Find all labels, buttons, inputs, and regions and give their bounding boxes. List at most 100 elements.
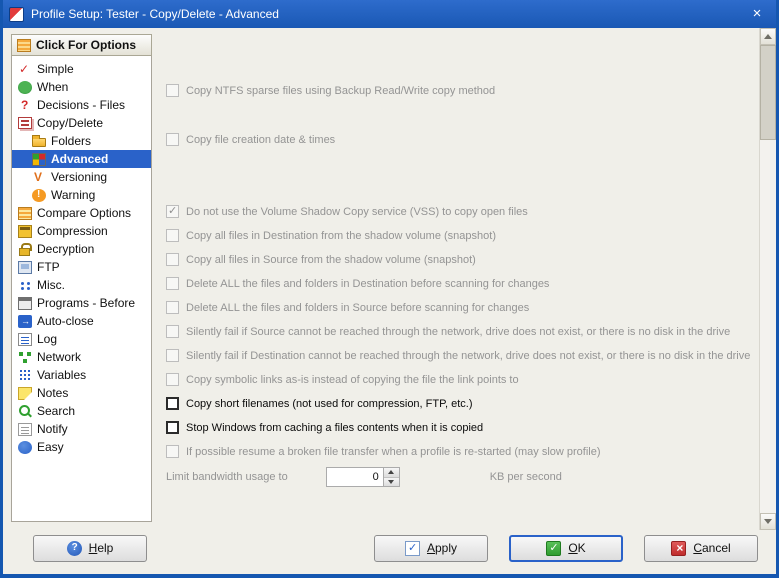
sidebar-item-programs-before[interactable]: Programs - Before <box>12 294 151 312</box>
help-button[interactable]: Help <box>33 534 147 562</box>
bandwidth-row: Limit bandwidth usage to KB per second <box>166 467 752 487</box>
sidebar-item-warning[interactable]: Warning <box>12 186 151 204</box>
checkbox-label: Silently fail if Source cannot be reache… <box>186 325 731 338</box>
checkbox[interactable] <box>166 229 179 242</box>
sidebar-item-label: When <box>37 80 69 94</box>
checkbox-label: Copy symbolic links as-is instead of cop… <box>186 373 519 386</box>
help-icon <box>66 540 82 556</box>
close-icon[interactable]: × <box>744 1 770 27</box>
sidebar-item-label: Copy/Delete <box>37 116 104 130</box>
checkbox-label: Copy all files in Source from the shadow… <box>186 253 476 266</box>
sidebar-item-notes[interactable]: Notes <box>12 384 151 402</box>
checkbox[interactable] <box>166 397 179 410</box>
advanced-settings-panel: Copy NTFS sparse files using Backup Read… <box>152 34 756 522</box>
network-icon <box>18 351 32 364</box>
sidebar-item-decisions-files[interactable]: Decisions - Files <box>12 96 151 114</box>
misc-icon <box>18 279 32 292</box>
checkbox-row[interactable]: Silently fail if Source cannot be reache… <box>166 323 752 340</box>
sidebar-item-simple[interactable]: Simple <box>12 60 151 78</box>
checkbox[interactable] <box>166 349 179 362</box>
checkbox-row[interactable]: Copy short filenames (not used for compr… <box>166 395 752 412</box>
spinner-down-icon[interactable] <box>383 477 399 486</box>
spinner-up-icon[interactable] <box>383 468 399 478</box>
apply-label: Apply <box>426 541 458 555</box>
sidebar-item-label: Decryption <box>37 242 95 256</box>
ok-button[interactable]: OK <box>509 534 623 562</box>
sidebar-item-label: Simple <box>37 62 74 76</box>
sidebar-item-label: Notes <box>37 386 69 400</box>
cancel-button[interactable]: Cancel <box>644 534 758 562</box>
sidebar-item-compression[interactable]: Compression <box>12 222 151 240</box>
checkbox-row[interactable]: Copy NTFS sparse files using Backup Read… <box>166 82 752 99</box>
checkbox[interactable] <box>166 84 179 97</box>
vertical-scrollbar[interactable] <box>759 28 776 530</box>
checkbox-row[interactable]: Stop Windows from caching a files conten… <box>166 419 752 436</box>
sidebar-item-label: Easy <box>37 440 64 454</box>
sidebar-item-decryption[interactable]: Decryption <box>12 240 151 258</box>
sidebar-item-auto-close[interactable]: Auto-close <box>12 312 151 330</box>
sidebar-item-label: Compare Options <box>37 206 132 220</box>
checkbox-row[interactable]: Delete ALL the files and folders in Sour… <box>166 299 752 316</box>
sidebar-item-label: Decisions - Files <box>37 98 126 112</box>
checkbox[interactable] <box>166 421 179 434</box>
versioning-icon <box>32 170 46 184</box>
sidebar-item-compare-options[interactable]: Compare Options <box>12 204 151 222</box>
checkbox[interactable] <box>166 445 179 458</box>
checkbox[interactable] <box>166 204 179 218</box>
checkbox-label: Copy NTFS sparse files using Backup Read… <box>186 84 496 97</box>
checkbox-row[interactable]: Do not use the Volume Shadow Copy servic… <box>166 203 752 220</box>
scroll-down-icon[interactable] <box>760 513 776 530</box>
sidebar-item-label: FTP <box>37 260 60 274</box>
sidebar-item-log[interactable]: Log <box>12 330 151 348</box>
checkbox[interactable] <box>166 277 179 290</box>
decryption-icon <box>18 242 32 256</box>
bandwidth-suffix: KB per second <box>489 471 562 483</box>
app-icon <box>9 6 24 22</box>
sidebar-item-easy[interactable]: Easy <box>12 438 151 456</box>
apply-icon <box>404 540 420 556</box>
checkbox-row[interactable]: Silently fail if Destination cannot be r… <box>166 347 752 364</box>
apply-button[interactable]: Apply <box>374 534 488 562</box>
profile-setup-dialog: Profile Setup: Tester - Copy/Delete - Ad… <box>0 0 779 578</box>
ok-check-icon <box>546 540 562 556</box>
checkbox[interactable] <box>166 325 179 338</box>
checkbox-row[interactable]: If possible resume a broken file transfe… <box>166 443 752 460</box>
sidebar-item-search[interactable]: Search <box>12 402 151 420</box>
checkbox[interactable] <box>166 253 179 266</box>
bandwidth-spinner <box>325 467 400 487</box>
bandwidth-input[interactable] <box>326 468 383 486</box>
sidebar-item-ftp[interactable]: FTP <box>12 258 151 276</box>
sidebar-item-notify[interactable]: Notify <box>12 420 151 438</box>
sidebar-item-label: Network <box>37 350 82 364</box>
sidebar-item-label: Log <box>37 332 58 346</box>
notify-icon <box>18 422 32 436</box>
options-list-icon <box>17 38 31 52</box>
checkbox[interactable] <box>166 133 179 146</box>
checkbox-row[interactable]: Copy file creation date & times <box>166 131 752 148</box>
options-sidebar: Click For Options Simple When Decisions … <box>11 34 152 522</box>
sidebar-item-misc[interactable]: Misc. <box>12 276 151 294</box>
auto-close-icon <box>18 314 32 328</box>
sidebar-item-variables[interactable]: Variables <box>12 366 151 384</box>
checkbox[interactable] <box>166 373 179 386</box>
scrollbar-thumb[interactable] <box>760 45 776 140</box>
copy-delete-icon <box>18 117 32 129</box>
checkbox-label: Copy short filenames (not used for compr… <box>186 397 473 410</box>
checkbox-row[interactable]: Copy all files in Source from the shadow… <box>166 251 752 268</box>
sidebar-item-versioning[interactable]: Versioning <box>12 168 151 186</box>
sidebar-item-network[interactable]: Network <box>12 348 151 366</box>
checkbox-row[interactable]: Copy all files in Destination from the s… <box>166 227 752 244</box>
checkbox-row[interactable]: Delete ALL the files and folders in Dest… <box>166 275 752 292</box>
sidebar-item-folders[interactable]: Folders <box>12 132 151 150</box>
advanced-icon <box>32 152 46 166</box>
checkbox-label: Delete ALL the files and folders in Dest… <box>186 277 550 290</box>
sidebar-item-label: Folders <box>51 134 92 148</box>
cancel-label: Cancel <box>693 541 731 555</box>
checkbox-row[interactable]: Copy symbolic links as-is instead of cop… <box>166 371 752 388</box>
sidebar-item-advanced[interactable]: Advanced <box>12 150 151 168</box>
sidebar-item-when[interactable]: When <box>12 78 151 96</box>
sidebar-item-copy-delete[interactable]: Copy/Delete <box>12 114 151 132</box>
checkbox[interactable] <box>166 301 179 314</box>
help-label: Help <box>88 541 114 555</box>
scroll-up-icon[interactable] <box>760 28 776 45</box>
